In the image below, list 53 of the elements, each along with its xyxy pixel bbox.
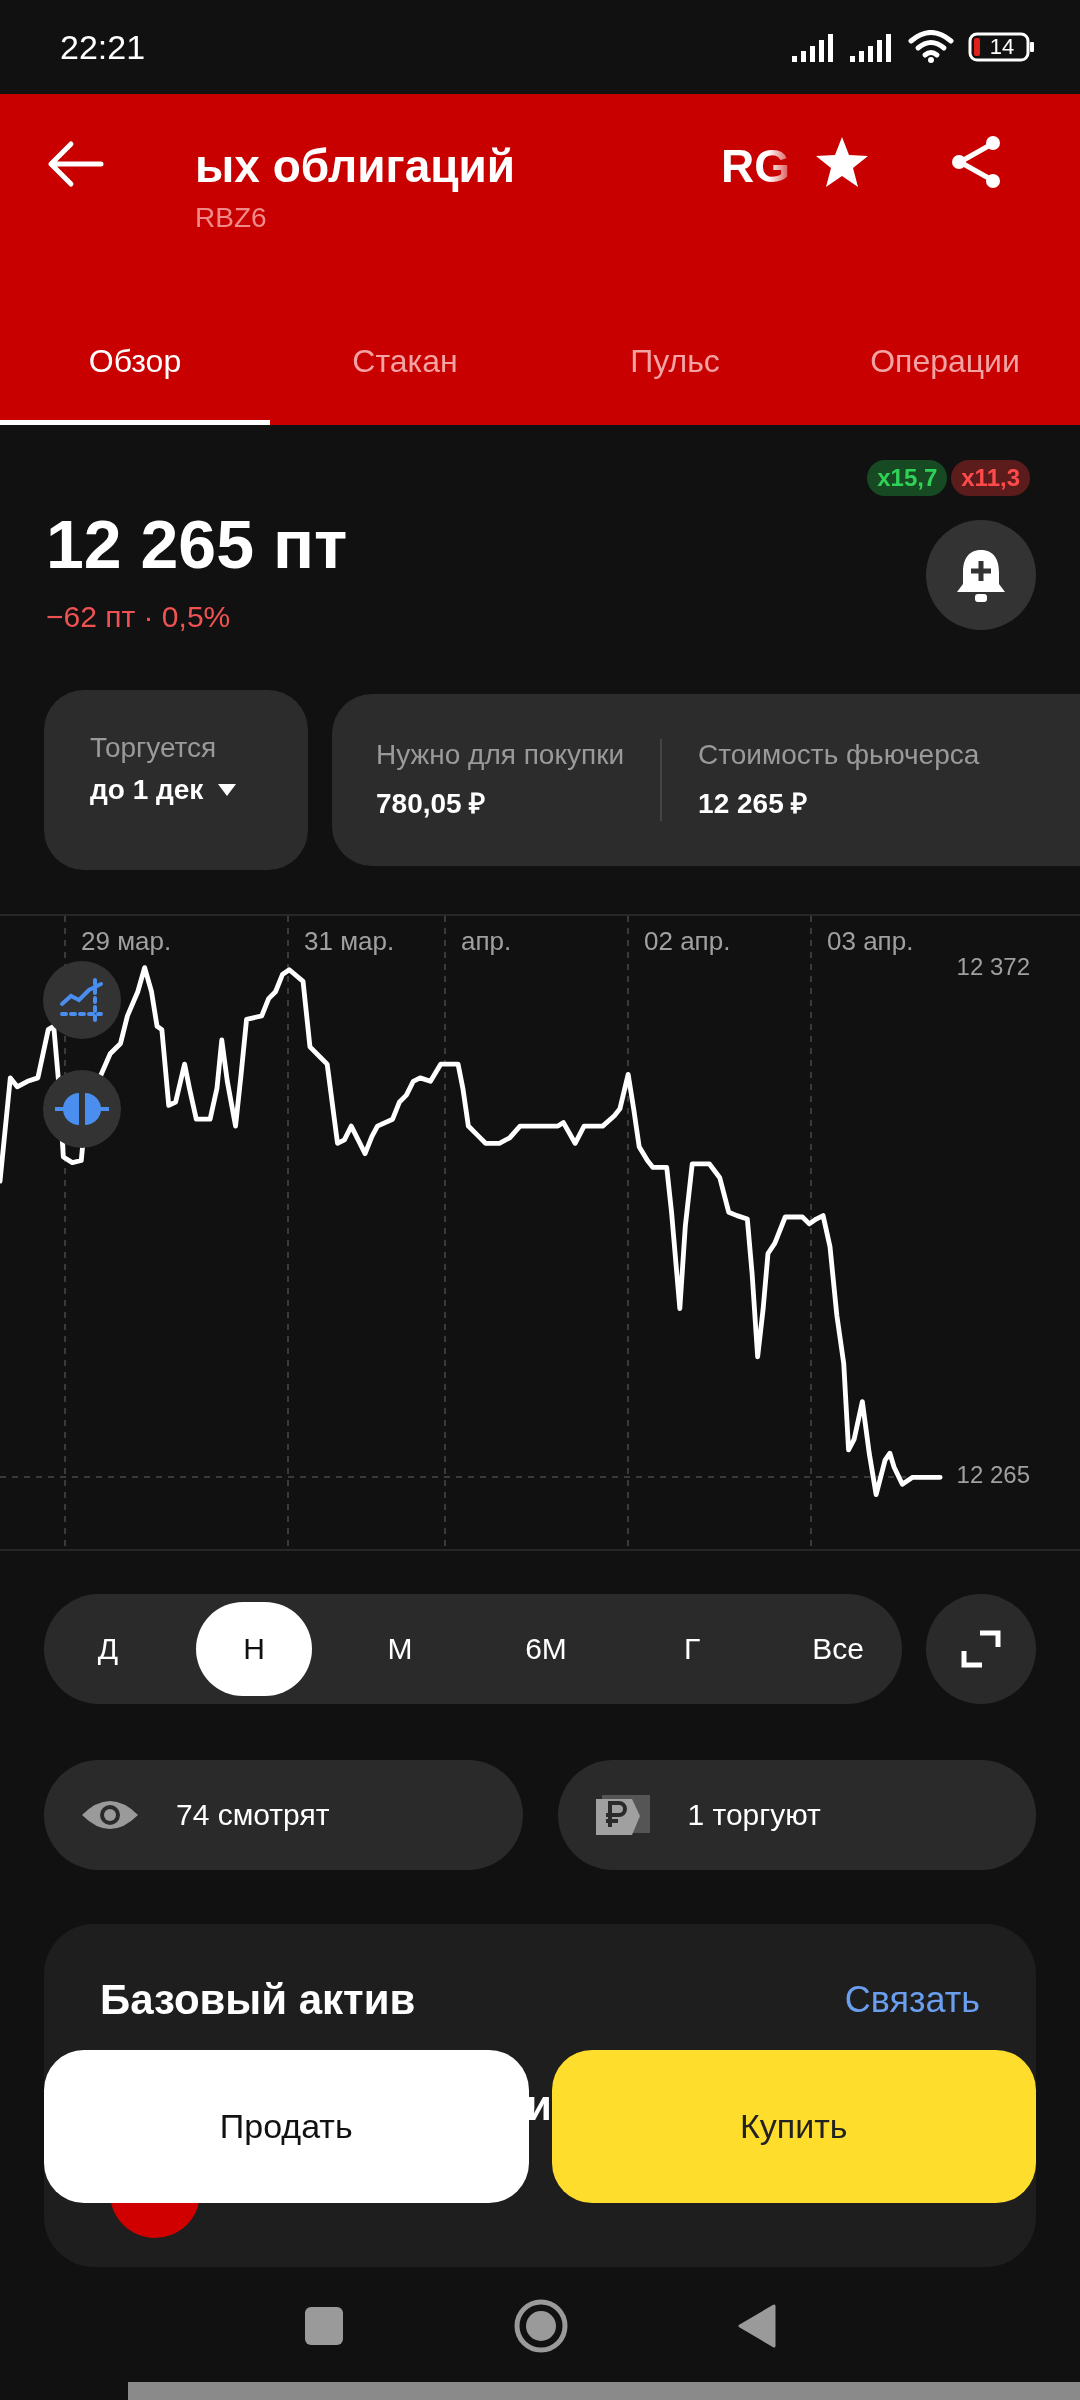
section-title: Базовый актив [100,1976,416,2024]
instrument-title: ых облигаций [195,140,516,193]
back-nav-button[interactable] [738,2304,776,2348]
battery-level: 14 [989,34,1015,60]
signal-icon [850,32,894,62]
buy-button[interactable]: Купить [551,2050,1036,2203]
date-label: 31 мар. [304,926,395,957]
indicators-button[interactable] [43,961,121,1039]
leverage-badge: x11,3 [951,460,1030,496]
trading-period-card[interactable]: Торгуется до 1 дек [44,690,308,870]
square-icon [304,2306,344,2346]
wifi-icon [908,30,954,64]
home-circle-icon [514,2299,568,2353]
trading-date-value: до 1 дек [90,774,204,806]
signal-icon [792,32,836,62]
price-value: 12 265 пт [46,505,349,584]
price-change: −62 пт · 0,5% [46,599,232,635]
metric-value: 12 265 ₽ [698,787,809,821]
instrument-title: RG [721,140,791,193]
period-option[interactable]: Г [634,1602,750,1696]
metric-value: 780,05 ₽ [376,787,487,821]
trading-label: Торгуется [90,732,218,764]
date-label: 02 апр. [644,926,731,957]
sell-button[interactable]: Продать [44,2050,529,2203]
ticker-label: RBZ6 [195,202,268,234]
battery-icon [968,32,1036,62]
period-option[interactable]: М [342,1602,458,1696]
tab[interactable]: Обзор [0,324,270,425]
price-axis-label: 12 372 [956,953,1030,981]
ruble-card-icon [593,1793,652,1837]
metric-label: Стоимость фьючерса [698,739,980,771]
price-axis-label: 12 265 [956,1461,1030,1489]
caret-icon [217,783,238,797]
date-label: 29 мар. [81,926,172,957]
stat-text: 74 смотрят [176,1798,330,1832]
leverage-badge: x15,7 [867,460,948,496]
expand-icon [960,1629,1002,1669]
recents-button[interactable] [304,2306,344,2346]
link-action[interactable]: Связать [844,1979,980,2021]
stat-text: 1 торгуют [687,1798,821,1832]
triangle-icon [738,2304,776,2348]
metric-label: Нужно для покупки [376,739,625,771]
star-icon [814,135,870,189]
date-label: апр. [461,926,512,957]
trend-lines-icon [59,978,105,1022]
period-option[interactable]: Все [780,1602,896,1696]
asset-name: и [526,2082,552,2130]
period-option[interactable]: Д [50,1602,166,1696]
date-label: 03 апр. [827,926,914,957]
status-time: 22:21 [60,27,146,67]
period-option[interactable]: 6М [488,1602,604,1696]
home-button[interactable] [514,2299,568,2353]
period-option[interactable]: Н [196,1602,312,1696]
